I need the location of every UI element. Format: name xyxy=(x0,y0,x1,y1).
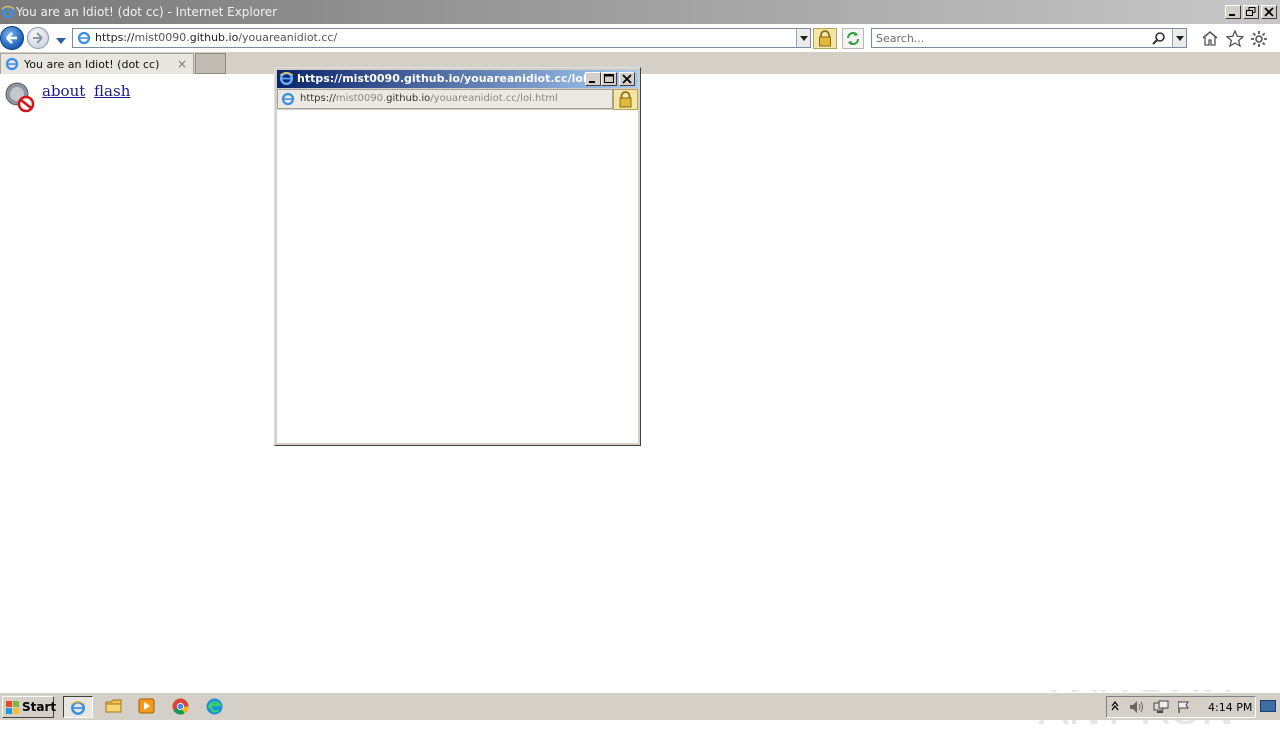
back-arrow-icon xyxy=(6,32,17,44)
forward-arrow-icon xyxy=(33,32,43,44)
popup-page-body xyxy=(277,110,638,443)
popup-maximize-button[interactable] xyxy=(601,72,617,86)
popup-url: https://mist0090.github.io/youareanidiot… xyxy=(300,93,558,104)
edge-icon[interactable] xyxy=(206,698,223,718)
window-title: You are an Idiot! (dot cc) - Internet Ex… xyxy=(16,5,278,19)
popup-close-button[interactable] xyxy=(619,72,635,86)
explorer-folder-icon[interactable] xyxy=(105,698,122,717)
home-icon[interactable] xyxy=(1201,30,1219,49)
flash-link[interactable]: flash xyxy=(94,82,130,100)
clock[interactable]: 4:14 PM xyxy=(1208,701,1252,714)
lock-icon xyxy=(819,30,831,47)
popup-lock-button[interactable] xyxy=(613,89,638,110)
recent-pages-dropdown-icon[interactable] xyxy=(56,34,66,48)
popup-ie-icon xyxy=(279,71,294,89)
back-button[interactable] xyxy=(0,26,24,50)
favorites-star-icon[interactable] xyxy=(1225,29,1245,50)
tab-label: You are an Idiot! (dot cc) xyxy=(24,58,160,71)
window-title-bar[interactable]: You are an Idiot! (dot cc) - Internet Ex… xyxy=(0,0,1280,24)
tools-gear-icon[interactable] xyxy=(1250,30,1268,51)
new-tab-button[interactable] xyxy=(195,53,226,74)
close-button[interactable] xyxy=(1261,5,1277,19)
taskbar-ie-icon xyxy=(70,700,86,719)
chrome-icon[interactable] xyxy=(172,698,189,718)
refresh-icon xyxy=(847,32,859,45)
popup-title: https://mist0090.github.io/youareanidiot… xyxy=(297,72,585,85)
media-player-icon[interactable] xyxy=(138,698,155,717)
show-hidden-icons-chevron-icon[interactable] xyxy=(1111,700,1119,715)
search-input[interactable] xyxy=(876,31,1146,45)
forward-button[interactable] xyxy=(27,27,49,49)
windows-logo-icon xyxy=(6,701,20,718)
volume-icon[interactable] xyxy=(1129,700,1145,717)
taskbar: Start 4:14 PM xyxy=(0,692,1280,720)
popup-site-icon xyxy=(281,92,295,109)
popup-minimize-button[interactable] xyxy=(585,72,601,86)
tab-close-icon[interactable]: × xyxy=(177,57,187,71)
navigation-bar: https://mist0090.github.io/youareanidiot… xyxy=(0,24,1280,52)
start-label: Start xyxy=(22,700,57,714)
address-url[interactable]: https://mist0090.github.io/youareanidiot… xyxy=(95,31,337,44)
start-button[interactable]: Start xyxy=(2,696,57,718)
search-box[interactable] xyxy=(871,28,1187,48)
search-icon[interactable] xyxy=(1152,31,1166,48)
system-tray: 4:14 PM xyxy=(1106,696,1256,718)
network-icon[interactable] xyxy=(1153,700,1169,717)
popup-address-bar: https://mist0090.github.io/youareanidiot… xyxy=(277,89,613,109)
popup-lock-icon xyxy=(619,91,632,108)
tab-ie-icon xyxy=(5,57,19,74)
site-ie-icon xyxy=(77,31,91,48)
security-lock-button[interactable] xyxy=(813,28,837,49)
minimize-button[interactable] xyxy=(1225,5,1241,19)
tab-you-are-an-idiot[interactable]: You are an Idiot! (dot cc) × xyxy=(0,53,194,74)
address-bar[interactable]: https://mist0090.github.io/youareanidiot… xyxy=(72,28,811,48)
address-dropdown-button[interactable] xyxy=(796,29,810,47)
search-dropdown-button[interactable] xyxy=(1172,29,1186,47)
popup-title-bar[interactable]: https://mist0090.github.io/youareanidiot… xyxy=(277,70,638,88)
refresh-button[interactable] xyxy=(842,28,864,49)
popup-window[interactable]: https://mist0090.github.io/youareanidiot… xyxy=(274,67,641,446)
show-desktop-button[interactable] xyxy=(1260,700,1276,712)
taskbar-internet-explorer-button[interactable] xyxy=(63,696,93,718)
internet-explorer-icon xyxy=(1,5,15,22)
flash-plugin-blocked-icon xyxy=(4,81,36,116)
action-center-flag-icon[interactable] xyxy=(1177,700,1191,717)
restore-button[interactable] xyxy=(1243,5,1259,19)
about-link[interactable]: about xyxy=(42,82,85,100)
